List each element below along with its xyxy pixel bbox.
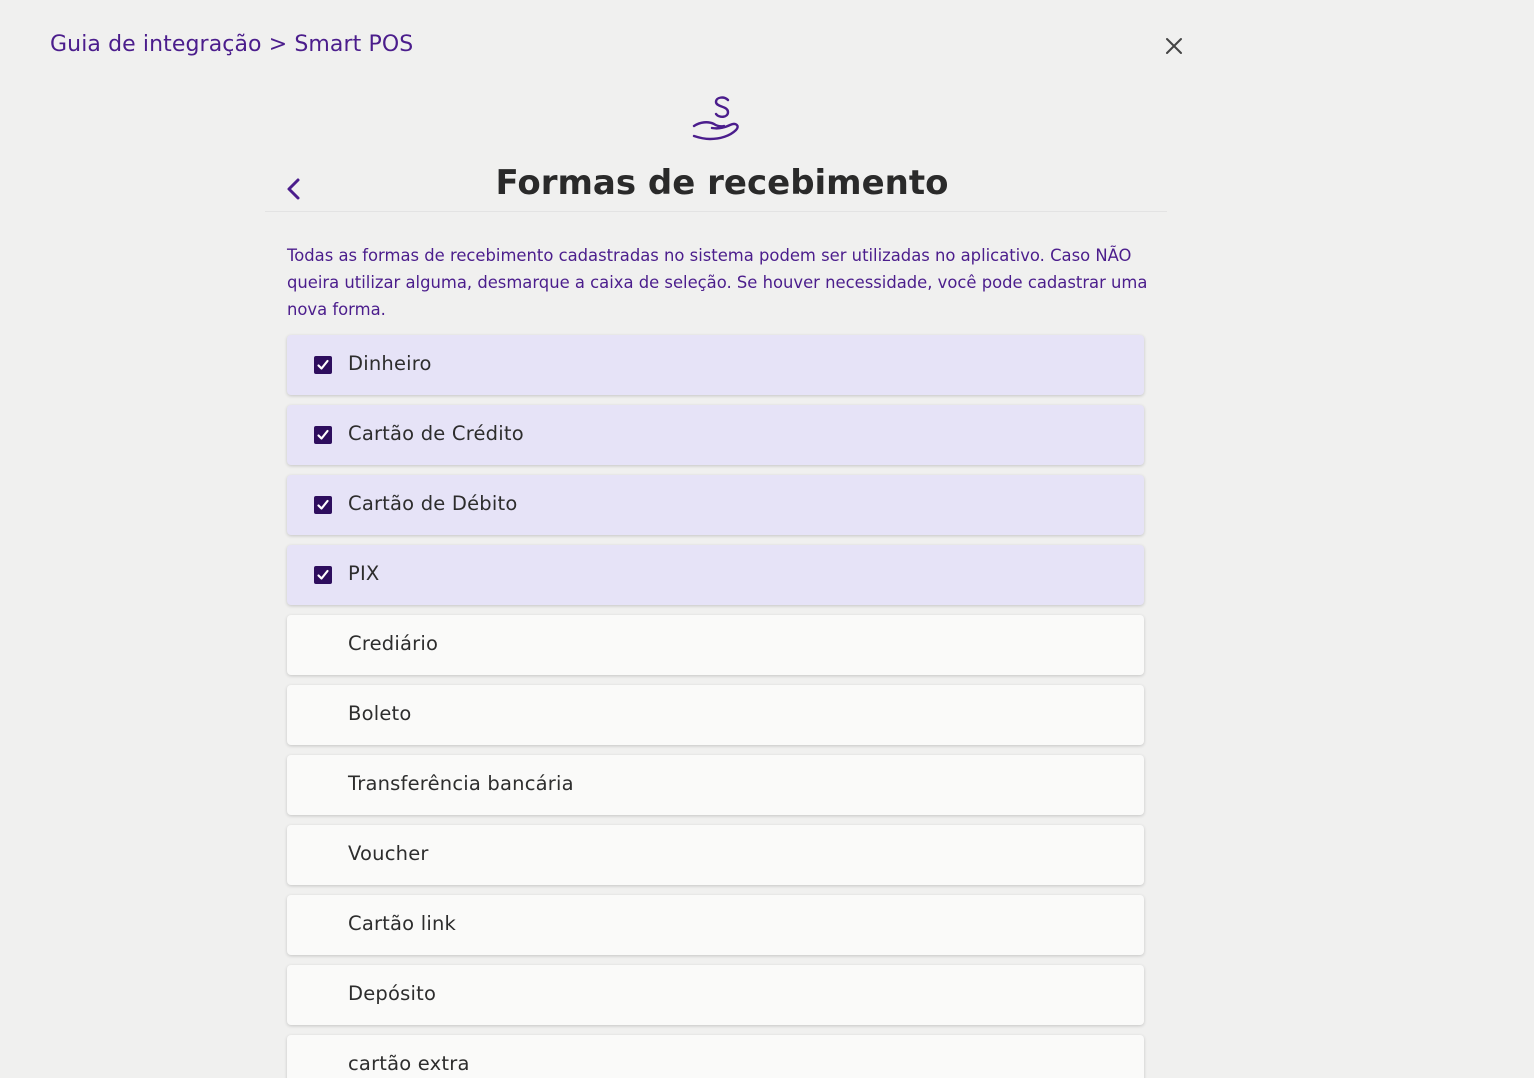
payment-method-checkbox[interactable] — [314, 496, 332, 514]
payment-method-checkbox[interactable] — [314, 566, 332, 584]
payment-method-label: Cartão de Crédito — [348, 422, 524, 445]
hand-holding-money-icon — [690, 94, 744, 148]
payment-method-row[interactable]: Transferência bancária — [287, 755, 1144, 815]
payment-method-label: cartão extra — [348, 1052, 470, 1075]
checkmark-icon — [317, 429, 329, 440]
payment-method-label: Voucher — [348, 842, 429, 865]
payment-method-label: Boleto — [348, 702, 412, 725]
payment-method-row[interactable]: Cartão de Débito — [287, 475, 1144, 535]
payment-method-row[interactable]: Crediário — [287, 615, 1144, 675]
payment-method-checkbox[interactable] — [314, 426, 332, 444]
payment-method-label: Crediário — [348, 632, 439, 655]
payment-method-row[interactable]: Boleto — [287, 685, 1144, 745]
payment-method-checkbox[interactable] — [314, 356, 332, 374]
payment-method-row[interactable]: Dinheiro — [287, 335, 1144, 395]
payment-method-row[interactable]: Voucher — [287, 825, 1144, 885]
payment-method-label: Dinheiro — [348, 352, 432, 375]
payment-method-row[interactable]: Cartão de Crédito — [287, 405, 1144, 465]
payment-method-label: Cartão link — [348, 912, 456, 935]
breadcrumb[interactable]: Guia de integração > Smart POS — [50, 32, 413, 57]
payment-methods-list: Dinheiro Cartão de Crédito Cartão de Débit… — [287, 335, 1144, 1078]
payment-method-label: PIX — [348, 562, 380, 585]
payment-method-row[interactable]: Depósito — [287, 965, 1144, 1025]
close-button[interactable] — [1160, 32, 1188, 60]
description-text: Todas as formas de recebimento cadastrad… — [287, 246, 1148, 319]
checkmark-icon — [317, 359, 329, 370]
page-title: Formas de recebimento — [495, 163, 949, 203]
payment-method-label: Depósito — [348, 982, 437, 1005]
divider — [265, 211, 1167, 212]
checkmark-icon — [317, 569, 329, 580]
close-icon — [1166, 38, 1182, 54]
payment-method-label: Transferência bancária — [348, 772, 574, 795]
payment-method-row[interactable]: PIX — [287, 545, 1144, 605]
checkmark-icon — [317, 499, 329, 510]
payment-method-label: Cartão de Débito — [348, 492, 518, 515]
integration-guide-modal: Guia de integração > Smart POS Formas de… — [0, 0, 1534, 1078]
payment-method-row[interactable]: Cartão link — [287, 895, 1144, 955]
payment-method-row[interactable]: cartão extra — [287, 1035, 1144, 1078]
